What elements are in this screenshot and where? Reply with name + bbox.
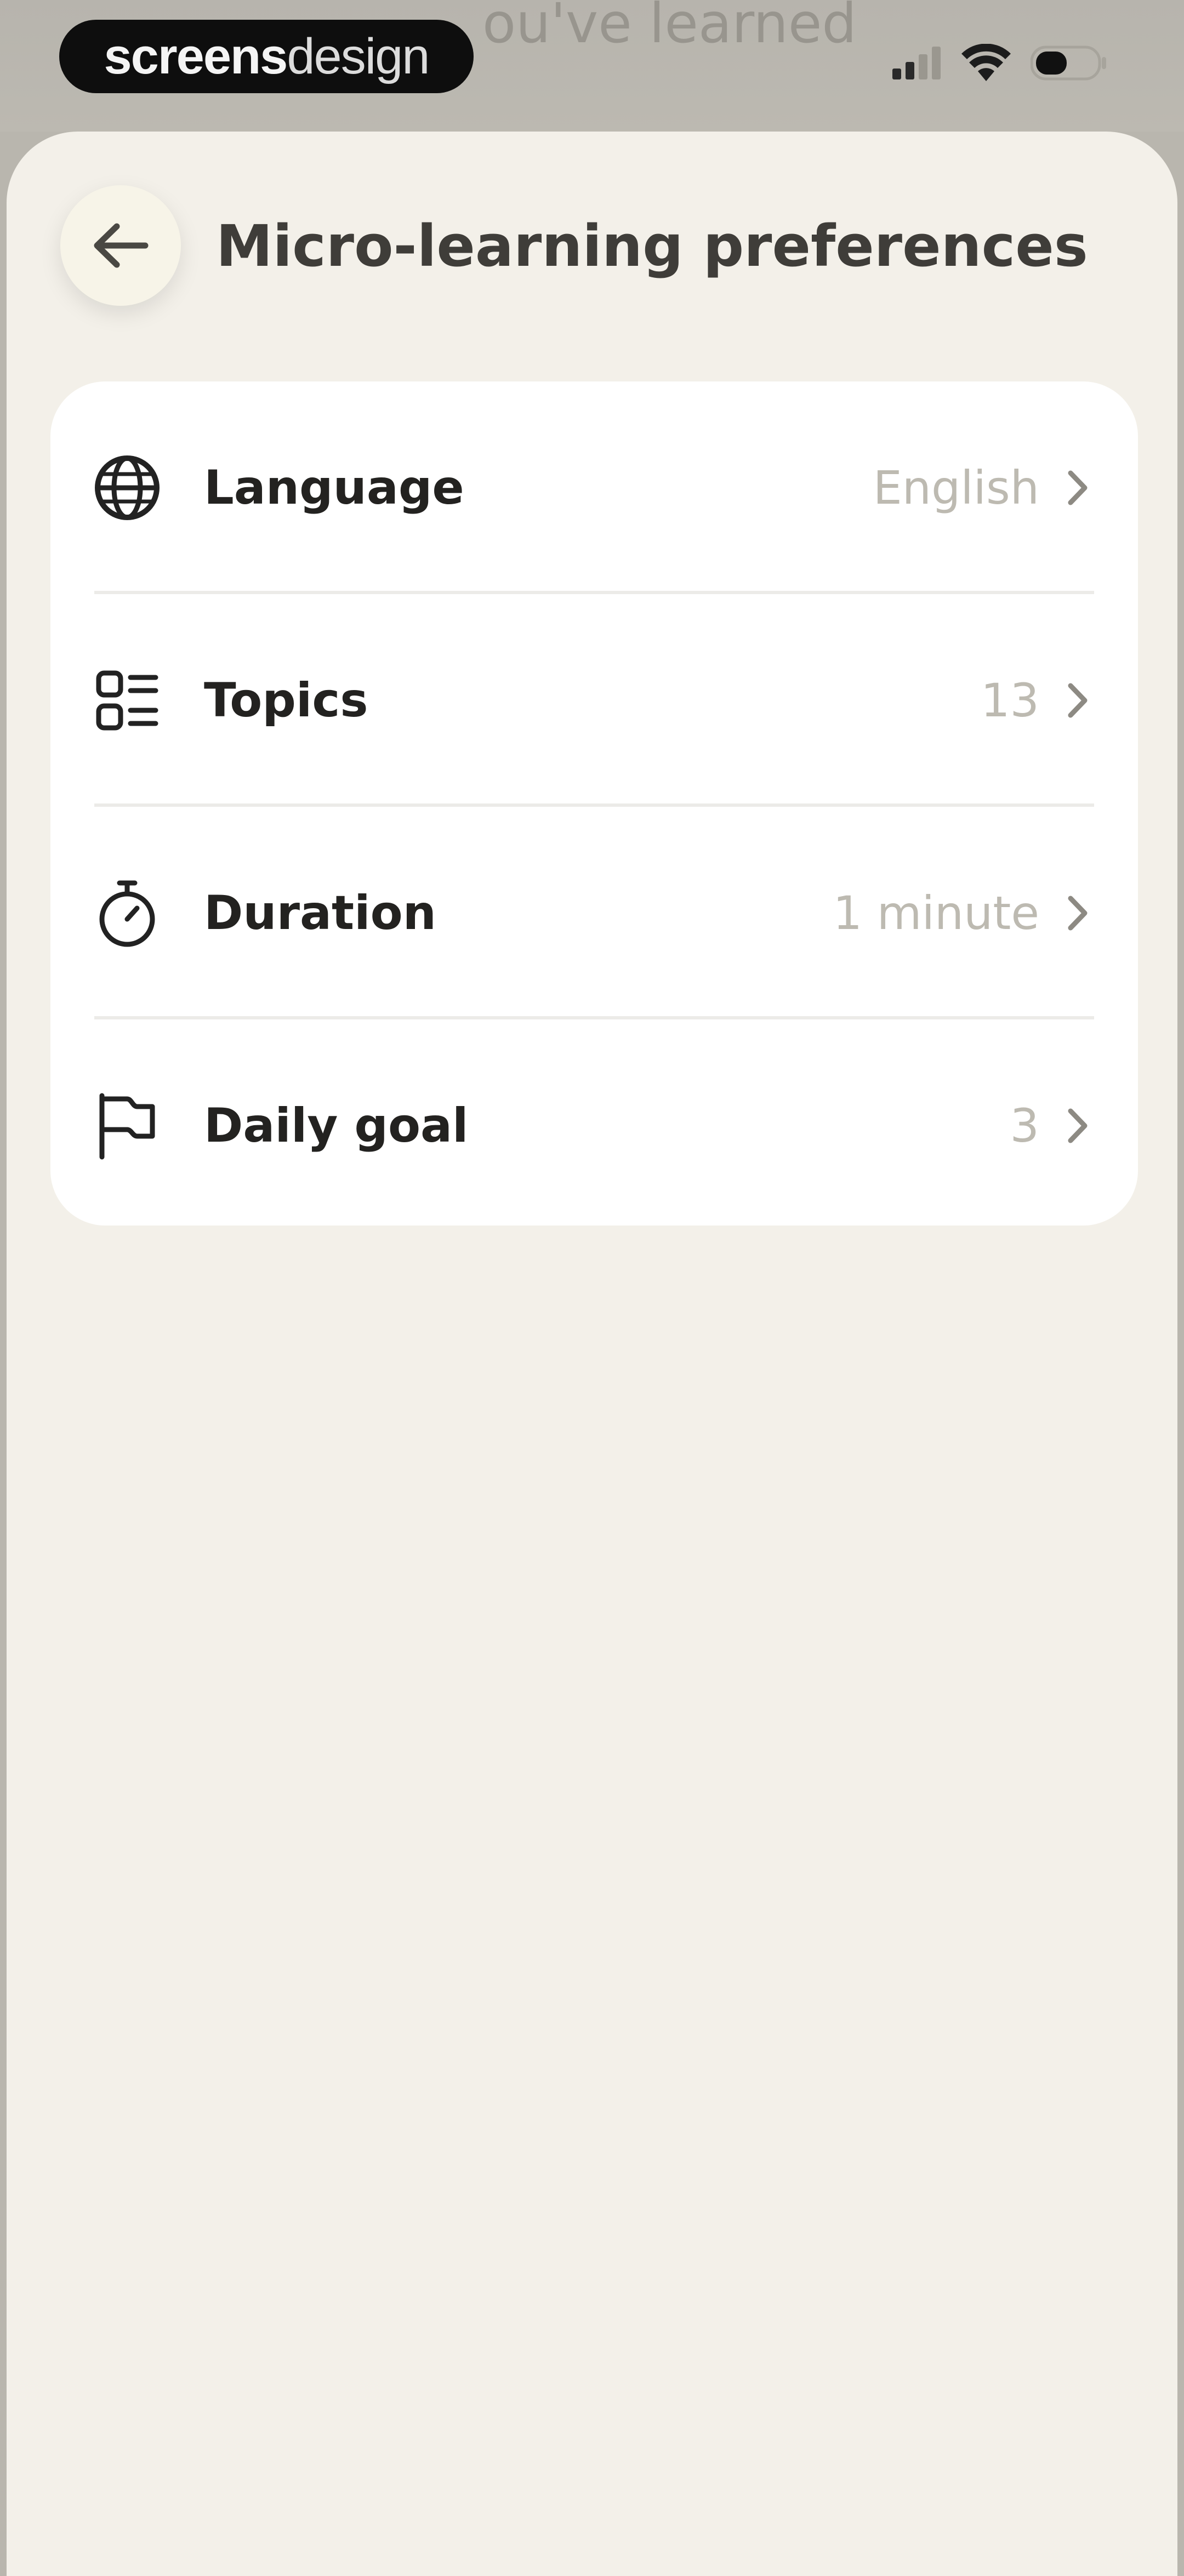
topics-grid-icon	[89, 662, 166, 739]
settings-row-label: Duration	[204, 886, 436, 941]
status-icons	[892, 44, 1107, 82]
back-button[interactable]	[60, 185, 181, 306]
settings-row-value: 13	[981, 674, 1039, 727]
settings-row-label: Daily goal	[204, 1098, 469, 1153]
settings-row-topics[interactable]: Topics 13	[50, 594, 1138, 807]
signal-icon	[892, 47, 941, 79]
settings-row-value: 3	[1010, 1099, 1039, 1153]
settings-row-label: Topics	[204, 673, 368, 728]
arrow-left-icon	[94, 223, 149, 268]
settings-row-value: English	[873, 461, 1039, 515]
wifi-icon	[961, 44, 1011, 81]
chevron-right-icon	[1056, 1104, 1100, 1148]
chevron-right-icon	[1056, 891, 1100, 935]
settings-row-value: 1 minute	[833, 886, 1039, 940]
status-bar: ou've learned screens design	[0, 0, 1184, 132]
settings-row-duration[interactable]: Duration 1 minute	[50, 807, 1138, 1019]
background-heading-text: ou've learned	[482, 0, 857, 55]
settings-card: Language English Topics 13 Duration 1 mi…	[50, 381, 1138, 1226]
brand-logo-bold: screens	[104, 28, 288, 84]
header: Micro-learning preferences	[7, 132, 1177, 306]
stopwatch-icon	[89, 875, 166, 951]
battery-icon	[1031, 45, 1106, 81]
brand-logo-light: design	[287, 28, 430, 84]
flag-icon	[89, 1087, 166, 1164]
settings-row-label: Language	[204, 460, 464, 515]
brand-logo-pill: screens design	[59, 20, 474, 93]
chevron-right-icon	[1056, 679, 1100, 722]
settings-row-daily-goal[interactable]: Daily goal 3	[50, 1019, 1138, 1226]
page-title: Micro-learning preferences	[216, 213, 1088, 280]
chevron-right-icon	[1056, 466, 1100, 510]
globe-icon	[89, 449, 166, 526]
settings-row-language[interactable]: Language English	[50, 381, 1138, 594]
preferences-sheet: Micro-learning preferences Language Engl…	[7, 132, 1177, 2576]
